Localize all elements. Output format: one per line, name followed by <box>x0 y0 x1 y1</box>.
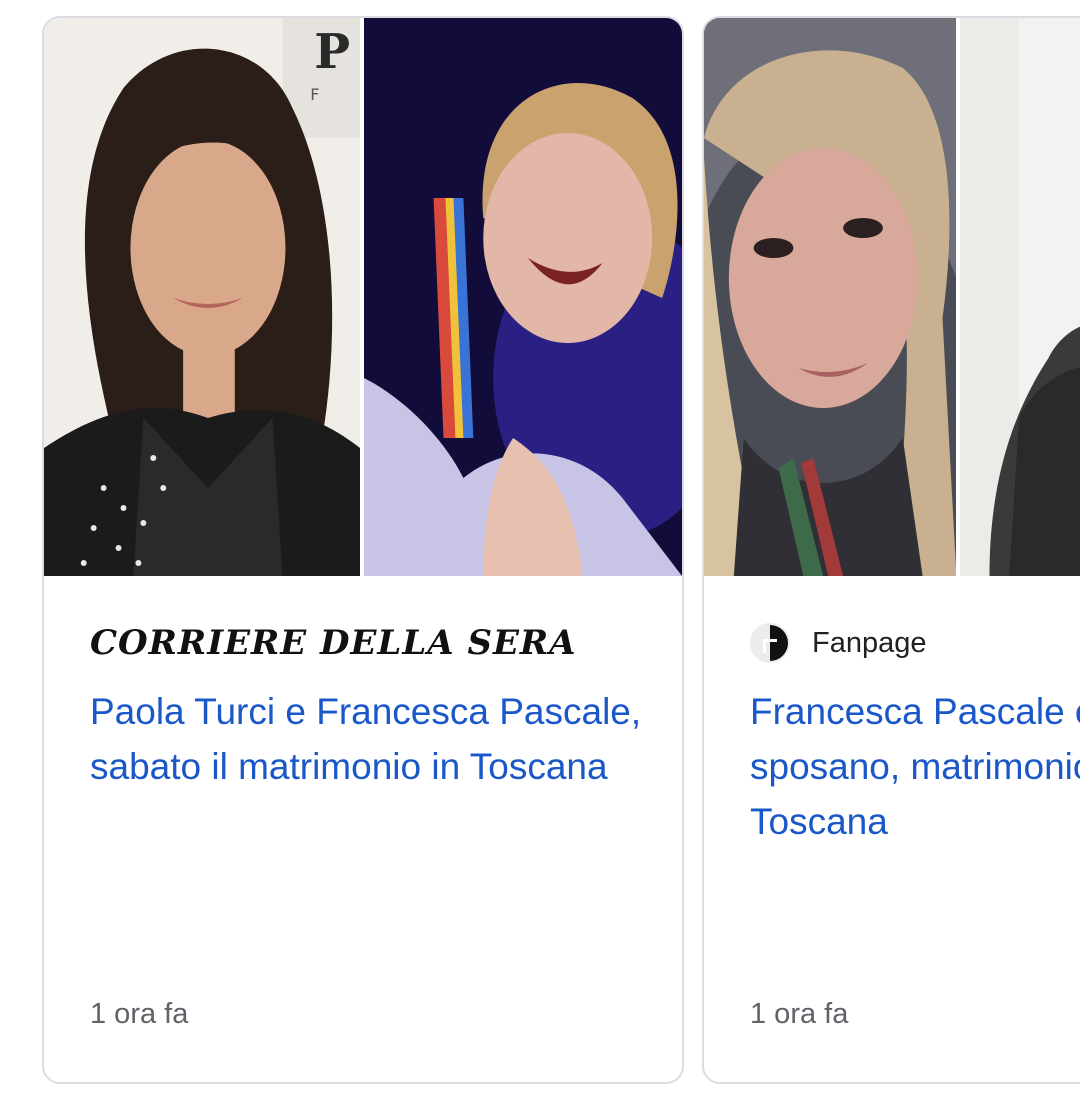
news-thumbnail[interactable]: P F <box>44 18 682 576</box>
source-name: Fanpage <box>812 626 927 659</box>
news-thumbnail[interactable] <box>704 18 1080 576</box>
news-headline-link[interactable]: Francesca Pascale e Paola Turci si sposa… <box>750 684 1080 849</box>
photo-woman-blonde-flag <box>360 18 682 576</box>
news-timestamp: 1 ora fa <box>90 998 189 1030</box>
news-card[interactable]: Fanpage Francesca Pascale e Paola Turci … <box>702 16 1080 1084</box>
news-card[interactable]: P F CORRIERE DELLA SERA Paola Turci e Fr… <box>42 16 684 1084</box>
news-source: Fanpage <box>750 618 927 668</box>
news-carousel: P F CORRIERE DELLA SERA Paola Turci e Fr… <box>0 0 1080 1097</box>
svg-text:P: P <box>314 24 350 80</box>
svg-text:F: F <box>310 85 319 104</box>
news-timestamp: 1 ora fa <box>750 998 849 1030</box>
photo-woman-dark-hair: P F <box>44 18 360 576</box>
source-logo: CORRIERE DELLA SERA <box>90 623 577 663</box>
fanpage-favicon-icon <box>750 623 790 663</box>
photo-second-person <box>956 18 1080 576</box>
photo-woman-blonde-selfie <box>704 18 957 576</box>
news-source: CORRIERE DELLA SERA <box>90 618 577 668</box>
news-headline-link[interactable]: Paola Turci e Francesca Pascale, sabato … <box>90 684 650 794</box>
